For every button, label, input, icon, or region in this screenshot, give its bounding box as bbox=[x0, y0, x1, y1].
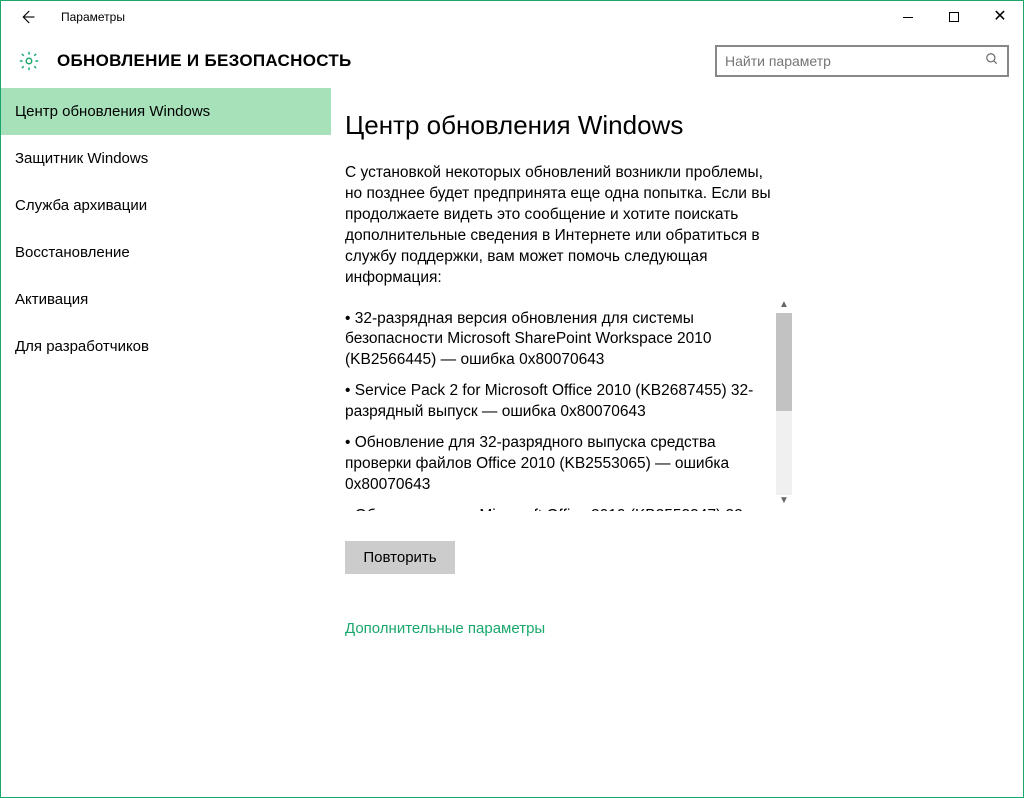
main-content: Центр обновления Windows С установкой не… bbox=[331, 88, 1023, 797]
search-input[interactable] bbox=[725, 53, 985, 69]
sidebar-item-label: Защитник Windows bbox=[15, 150, 148, 167]
close-button[interactable]: ✕ bbox=[977, 1, 1023, 33]
gear-icon bbox=[15, 47, 43, 75]
error-item: Service Pack 2 for Microsoft Office 2010… bbox=[345, 381, 775, 423]
sidebar-item-label: Для разработчиков bbox=[15, 338, 149, 355]
update-status-area: С установкой некоторых обновлений возник… bbox=[345, 163, 1009, 511]
minimize-button[interactable] bbox=[885, 1, 931, 33]
advanced-options-link[interactable]: Дополнительные параметры bbox=[345, 620, 1009, 637]
search-box[interactable] bbox=[715, 45, 1009, 77]
scroll-down-icon[interactable]: ▼ bbox=[779, 495, 789, 509]
sidebar: Центр обновления Windows Защитник Window… bbox=[1, 88, 331, 797]
section-heading: ОБНОВЛЕНИЕ И БЕЗОПАСНОСТЬ bbox=[57, 51, 352, 71]
retry-button[interactable]: Повторить bbox=[345, 541, 455, 574]
sidebar-item-for-developers[interactable]: Для разработчиков bbox=[1, 323, 331, 370]
error-list: 32-разрядная версия обновления для систе… bbox=[345, 299, 775, 511]
sidebar-item-label: Служба архивации bbox=[15, 197, 147, 214]
error-item: 32-разрядная версия обновления для систе… bbox=[345, 309, 775, 372]
search-icon bbox=[985, 52, 999, 69]
titlebar: Параметры ✕ bbox=[1, 1, 1023, 33]
window-title: Параметры bbox=[61, 10, 125, 24]
sidebar-item-windows-update[interactable]: Центр обновления Windows bbox=[1, 88, 331, 135]
header: ОБНОВЛЕНИЕ И БЕЗОПАСНОСТЬ bbox=[1, 33, 1023, 88]
sidebar-item-backup[interactable]: Служба архивации bbox=[1, 182, 331, 229]
sidebar-item-activation[interactable]: Активация bbox=[1, 276, 331, 323]
sidebar-item-label: Активация bbox=[15, 291, 88, 308]
sidebar-item-label: Восстановление bbox=[15, 244, 130, 261]
scrollbar[interactable]: ▲ ▼ bbox=[775, 297, 793, 511]
error-item: Обновление для Microsoft Office 2010 (KB… bbox=[345, 506, 775, 511]
sidebar-item-recovery[interactable]: Восстановление bbox=[1, 229, 331, 276]
sidebar-item-defender[interactable]: Защитник Windows bbox=[1, 135, 331, 182]
error-item: Обновление для 32-разрядного выпуска сре… bbox=[345, 433, 775, 496]
page-title: Центр обновления Windows bbox=[345, 110, 1009, 141]
status-intro: С установкой некоторых обновлений возник… bbox=[345, 163, 775, 289]
scrollbar-thumb[interactable] bbox=[776, 313, 792, 411]
scroll-up-icon[interactable]: ▲ bbox=[779, 299, 789, 313]
back-button[interactable] bbox=[11, 1, 43, 33]
update-status-text: С установкой некоторых обновлений возник… bbox=[345, 163, 775, 511]
settings-window: Параметры ✕ ОБНОВЛЕНИЕ И БЕЗОПАСНОСТЬ Це… bbox=[0, 0, 1024, 798]
maximize-button[interactable] bbox=[931, 1, 977, 33]
scrollbar-track[interactable] bbox=[776, 313, 792, 495]
body: Центр обновления Windows Защитник Window… bbox=[1, 88, 1023, 797]
sidebar-item-label: Центр обновления Windows bbox=[15, 103, 210, 120]
